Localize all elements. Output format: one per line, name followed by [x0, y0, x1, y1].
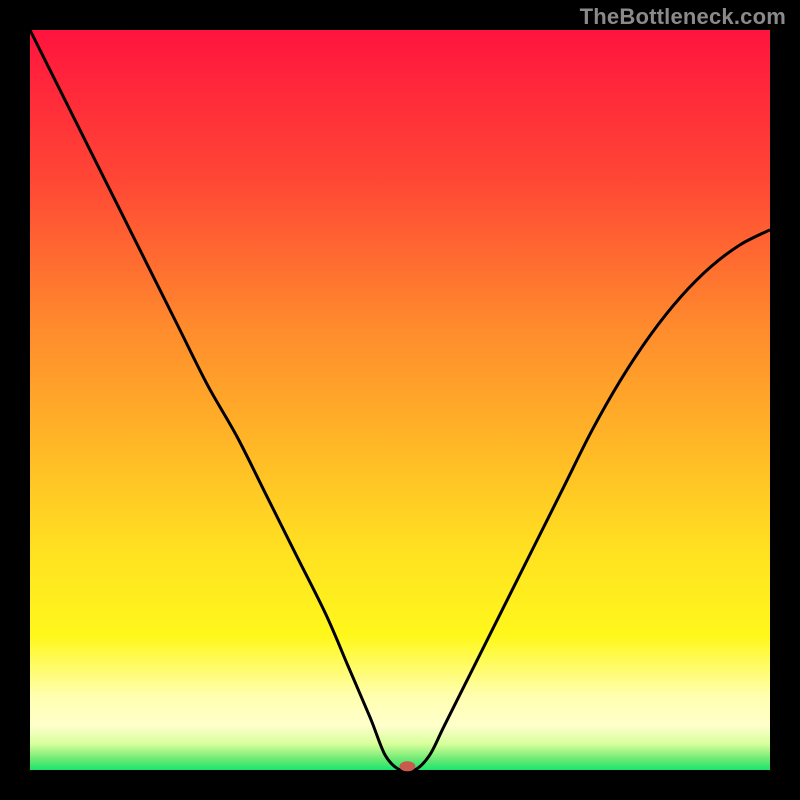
chart-container: { "attribution": "TheBottleneck.com", "c… [0, 0, 800, 800]
attribution-watermark: TheBottleneck.com [580, 4, 786, 30]
optimal-point-marker [399, 761, 415, 771]
plot-background [30, 30, 770, 770]
bottleneck-chart [0, 0, 800, 800]
